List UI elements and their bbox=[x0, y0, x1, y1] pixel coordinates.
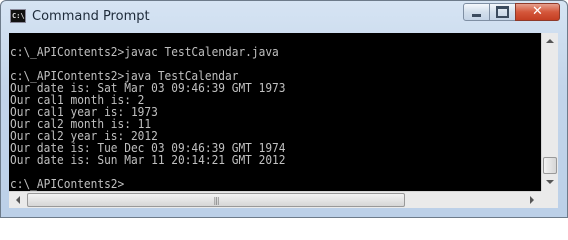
close-button[interactable]: ✕ bbox=[515, 3, 560, 21]
down-arrow-icon bbox=[546, 180, 554, 184]
scroll-up-button[interactable] bbox=[542, 33, 558, 49]
console-output[interactable]: c:\_APIContents2>javac TestCalendar.java… bbox=[9, 33, 541, 191]
window-title: Command Prompt bbox=[32, 9, 150, 24]
console-line: c:\_APIContents2> bbox=[10, 177, 125, 191]
scroll-down-button[interactable] bbox=[542, 174, 558, 190]
horizontal-scrollbar[interactable]: ||| bbox=[9, 191, 541, 208]
right-arrow-icon bbox=[529, 196, 534, 204]
maximize-icon bbox=[496, 6, 509, 18]
vertical-scroll-thumb[interactable] bbox=[543, 157, 557, 174]
horizontal-scroll-thumb[interactable]: ||| bbox=[27, 193, 405, 207]
title-bar[interactable]: C:\. Command Prompt ✕ bbox=[1, 1, 567, 33]
minimize-icon bbox=[472, 13, 481, 17]
scroll-right-button[interactable] bbox=[523, 192, 540, 208]
scroll-left-button[interactable] bbox=[9, 192, 26, 208]
vertical-scrollbar[interactable] bbox=[541, 33, 558, 191]
scrollbar-corner bbox=[541, 191, 558, 208]
console-line: Our date is: Sun Mar 11 20:14:21 GMT 201… bbox=[10, 153, 286, 167]
grip-icon: ||| bbox=[213, 195, 219, 205]
maximize-button[interactable] bbox=[489, 3, 516, 21]
command-prompt-window: C:\. Command Prompt ✕ c:\_APIContents2>j… bbox=[0, 0, 568, 218]
console-text: c:\_APIContents2>javac TestCalendar.java… bbox=[10, 34, 285, 190]
up-arrow-icon bbox=[546, 39, 554, 43]
close-icon: ✕ bbox=[532, 4, 543, 19]
minimize-button[interactable] bbox=[463, 3, 490, 21]
console-line: c:\_APIContents2>javac TestCalendar.java bbox=[10, 45, 279, 59]
command-prompt-icon[interactable]: C:\. bbox=[10, 9, 26, 23]
left-arrow-icon bbox=[15, 196, 20, 204]
